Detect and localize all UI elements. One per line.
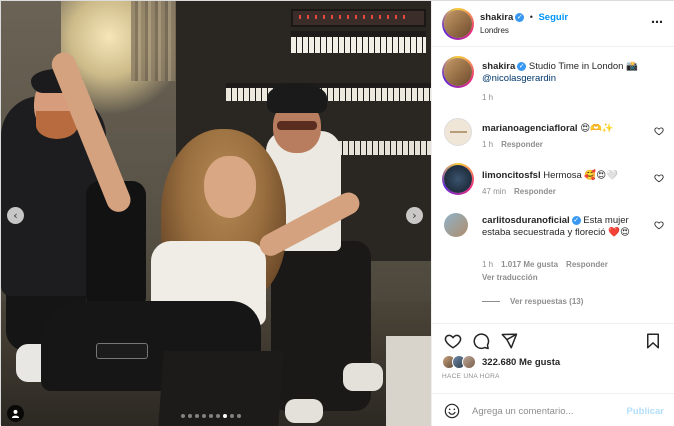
author-username[interactable]: shakira: [480, 12, 513, 23]
photo-person-right-cap: [267, 83, 327, 113]
liker-avatar: [462, 355, 476, 369]
comment-item: limoncitosfsl Hermosa 🥰😍🤍 47 min Responde…: [442, 163, 670, 204]
reply-button[interactable]: Responder: [501, 140, 543, 149]
likes-summary[interactable]: 322.680 Me gusta: [442, 353, 560, 371]
caption-username[interactable]: shakira: [482, 61, 515, 72]
comment-time[interactable]: 1 h: [482, 140, 493, 149]
follow-button[interactable]: Seguir: [538, 12, 568, 23]
translate-button[interactable]: Ver traducción: [482, 273, 538, 282]
post-timestamp[interactable]: HACE UNA HORA: [442, 373, 500, 380]
comment-avatar[interactable]: [444, 165, 472, 193]
carousel-dot: [237, 414, 241, 418]
carousel-dot: [181, 414, 185, 418]
comment-text: Hermosa 🥰😍🤍: [543, 170, 618, 181]
photo-keyboard-top: [291, 31, 426, 53]
bookmark-icon[interactable]: [644, 332, 662, 350]
photo-person-right-shoe-2: [285, 399, 323, 423]
comment-time[interactable]: 1 h: [482, 260, 493, 269]
carousel-dot: [209, 414, 213, 418]
caption-mention[interactable]: @nicolasgerardin: [482, 73, 556, 84]
verified-badge-icon: ✓: [571, 215, 581, 225]
comment-likes[interactable]: 1.017 Me gusta: [501, 260, 558, 269]
author-avatar[interactable]: [444, 10, 472, 38]
next-image-button[interactable]: ›: [406, 207, 423, 224]
carousel-indicator: [181, 414, 241, 418]
story-ring[interactable]: [442, 8, 474, 40]
carousel-dot: [195, 414, 199, 418]
comment-bubble-icon[interactable]: [472, 332, 490, 350]
comment-avatar-ring[interactable]: [442, 163, 474, 195]
chevron-right-icon: ›: [412, 209, 417, 222]
publish-button[interactable]: Publicar: [627, 406, 665, 417]
photo-person-center-face: [204, 156, 256, 218]
comment-input[interactable]: [472, 402, 612, 420]
post-actions: [432, 323, 674, 357]
caption-text: Studio Time in London 📸: [528, 61, 638, 72]
reply-button[interactable]: Responder: [566, 260, 608, 269]
photo-phone: [96, 343, 148, 359]
comment-username[interactable]: carlitosduranoficial: [482, 215, 570, 226]
heart-icon[interactable]: [654, 173, 664, 183]
view-replies-button[interactable]: Ver respuestas (13): [482, 297, 583, 306]
emoji-icon[interactable]: [444, 403, 460, 419]
reply-button[interactable]: Responder: [514, 187, 556, 196]
comment-username[interactable]: marianoagenciafloral: [482, 123, 578, 134]
comment-avatar[interactable]: [444, 118, 472, 146]
likes-count[interactable]: 322.680 Me gusta: [482, 357, 560, 368]
previous-image-button[interactable]: ‹: [7, 207, 24, 224]
heart-icon[interactable]: [654, 126, 664, 136]
photo-monitor-right: [386, 336, 431, 426]
view-replies-label: Ver respuestas (13): [510, 297, 584, 306]
carousel-dot: [202, 414, 206, 418]
verified-badge-icon: ✓: [517, 61, 527, 71]
comment-time[interactable]: 47 min: [482, 187, 506, 196]
post-photo[interactable]: ‹ ›: [1, 1, 431, 426]
comments-section: shakira ✓ Studio Time in London 📸 @nicola…: [432, 48, 674, 320]
like-heart-icon[interactable]: [444, 332, 462, 350]
chevron-left-icon: ‹: [13, 209, 18, 222]
instagram-post-modal: ‹ › shakira ✓ • Seguir Londres ⋯ shakira…: [0, 0, 674, 426]
caption-time[interactable]: 1 h: [482, 93, 493, 102]
comment-item: carlitosduranoficial ✓ Esta mujer estaba …: [442, 211, 670, 301]
photo-keyboard-middle: [226, 83, 431, 101]
photo-person-right-shoe: [343, 363, 383, 391]
comment-username[interactable]: limoncitosfsl: [482, 170, 541, 181]
comment-text: 😍🫶✨: [580, 123, 614, 134]
caption: shakira ✓ Studio Time in London 📸 @nicola…: [442, 56, 670, 106]
carousel-dot: [188, 414, 192, 418]
more-options-icon[interactable]: ⋯: [651, 15, 664, 29]
share-send-icon[interactable]: [500, 332, 518, 350]
post-location[interactable]: Londres: [480, 26, 509, 35]
person-icon: [11, 409, 20, 418]
carousel-dot: [230, 414, 234, 418]
caption-avatar[interactable]: [444, 58, 472, 86]
heart-icon[interactable]: [654, 220, 664, 230]
post-side-panel: shakira ✓ • Seguir Londres ⋯ shakira ✓ Stu…: [431, 1, 674, 426]
verified-badge-icon: ✓: [515, 13, 525, 23]
comment-avatar[interactable]: [444, 213, 468, 237]
photo-synth-panel: [291, 9, 426, 27]
carousel-dot: [223, 414, 227, 418]
caption-avatar-ring[interactable]: [442, 56, 474, 88]
carousel-dot: [216, 414, 220, 418]
comment-composer: Publicar: [432, 393, 674, 426]
photo-person-right-glasses: [277, 121, 317, 130]
post-header: shakira ✓ • Seguir Londres ⋯: [432, 1, 674, 47]
tagged-users-button[interactable]: [7, 405, 24, 422]
comment-item: marianoagenciafloral 😍🫶✨ 1 h Responder: [442, 117, 670, 157]
